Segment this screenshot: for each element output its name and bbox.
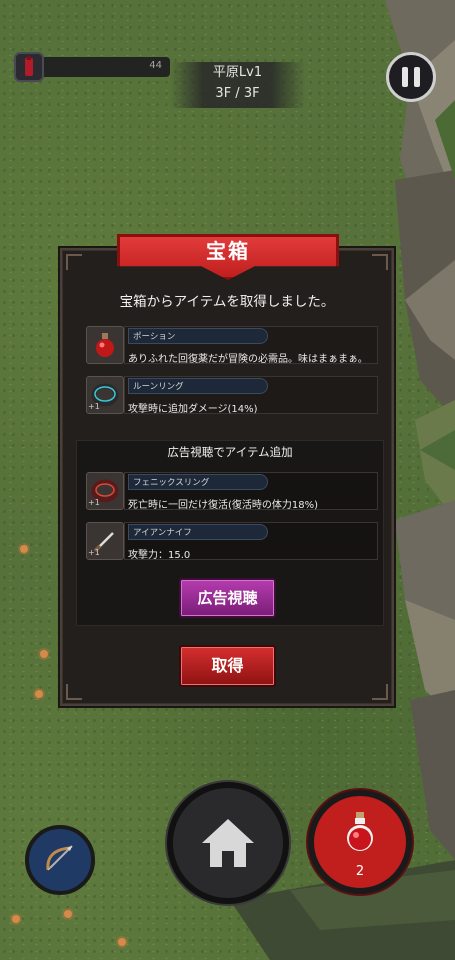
- flower-decoration: [35, 690, 43, 698]
- item-desc: 攻撃力：15.0: [128, 550, 191, 561]
- flower-decoration: [40, 650, 48, 658]
- potion-count: 2: [355, 864, 365, 879]
- item-desc: 攻撃時に追加ダメージ(14%): [128, 404, 258, 415]
- dialog-title: 宝箱: [206, 239, 250, 263]
- flower-decoration: [20, 545, 28, 553]
- home-icon: [202, 819, 254, 867]
- item-plus: +1: [88, 498, 100, 507]
- item-plus: +1: [88, 402, 100, 411]
- potion-icon: [347, 812, 373, 851]
- watch-ad-button[interactable]: 広告視聴: [179, 578, 276, 618]
- item-plus: +1: [88, 548, 100, 557]
- home-button[interactable]: [167, 782, 289, 904]
- pause-icon: [402, 67, 408, 87]
- ad-reward-item[interactable]: +1 フェニックスリング 死亡時に一回だけ復活(復活時の体力18%): [86, 472, 378, 516]
- flower-decoration: [12, 915, 20, 923]
- item-desc: ありふれた回復薬だが冒険の必需品。味はまぁまぁ。: [128, 354, 368, 365]
- item-name: ポーション: [128, 328, 268, 344]
- dialog-message: 宝箱からアイテムを取得しました。: [119, 294, 335, 310]
- potion-icon: [86, 326, 124, 364]
- ad-reward-item[interactable]: +1 アイアンナイフ 攻撃力：15.0: [86, 522, 378, 566]
- item-name: フェニックスリング: [128, 474, 268, 490]
- item-name: アイアンナイフ: [128, 524, 268, 540]
- stage-name: 平原Lv1: [212, 65, 263, 80]
- flower-decoration: [118, 938, 126, 946]
- hp-bar: 44: [32, 57, 170, 77]
- potion-button[interactable]: 2: [308, 790, 412, 894]
- reward-item[interactable]: +1 ルーンリング 攻撃時に追加ダメージ(14%): [86, 376, 378, 420]
- stage-info: 平原Lv1 3F / 3F: [170, 62, 305, 108]
- flower-decoration: [64, 910, 72, 918]
- get-button[interactable]: 取得: [179, 645, 276, 687]
- item-name: ルーンリング: [128, 378, 268, 394]
- floor-indicator: 3F / 3F: [215, 86, 260, 101]
- bow-button[interactable]: [25, 825, 95, 895]
- hp-value: 44: [149, 60, 162, 71]
- pause-button[interactable]: [386, 52, 436, 102]
- ad-section-title: 広告視聴でアイテム追加: [167, 445, 293, 459]
- reward-item[interactable]: ポーション ありふれた回復薬だが冒険の必需品。味はまぁまぁ。: [86, 326, 378, 370]
- hp-indicator: 44: [14, 52, 170, 82]
- player-icon: [14, 52, 44, 82]
- item-desc: 死亡時に一回だけ復活(復活時の体力18%): [128, 500, 319, 511]
- bow-icon: [46, 845, 73, 871]
